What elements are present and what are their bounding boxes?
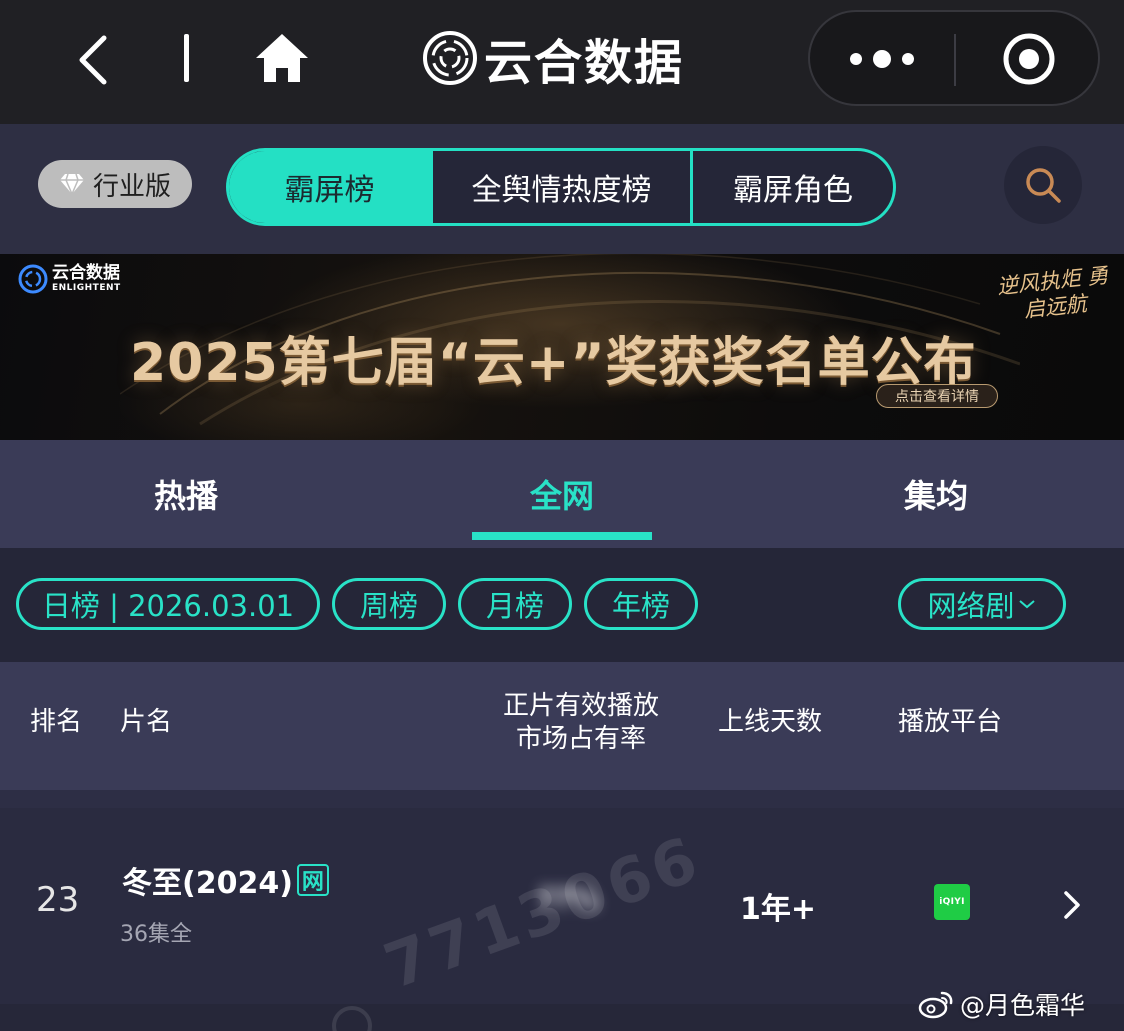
top-app-bar: 云合数据 — [0, 0, 1124, 124]
header-platform: 播放平台 — [898, 707, 1003, 737]
app-brand: 云合数据 — [422, 26, 685, 91]
header-title: 片名 — [120, 707, 173, 737]
ranking-type-switch: 霸屏榜 全舆情热度榜 霸屏角色 — [226, 148, 896, 226]
yunhe-logo-icon — [423, 31, 477, 85]
promo-banner[interactable]: 云合数据 ENLIGHTENT 逆风执炬 勇启远航 2025第七届“云+”奖获奖… — [0, 254, 1124, 440]
tab-public-opinion-chart[interactable]: 全舆情热度榜 — [433, 151, 693, 223]
weibo-handle: @月色霜华 — [960, 991, 1086, 1020]
category-dropdown[interactable]: 网络剧 — [898, 578, 1066, 630]
row-rank: 23 — [36, 880, 80, 920]
weibo-icon — [918, 991, 953, 1019]
yunhe-logo-icon — [18, 264, 48, 294]
banner-slogan: 逆风执炬 勇启远航 — [995, 263, 1110, 323]
capsule-divider — [954, 34, 956, 86]
weekly-chart-filter[interactable]: 周榜 — [332, 578, 446, 630]
active-tab-indicator — [472, 532, 652, 540]
chevron-right-icon[interactable] — [1060, 888, 1084, 922]
tab-dominance-chart[interactable]: 霸屏榜 — [229, 151, 433, 223]
diamond-icon — [59, 173, 84, 195]
header-days-online[interactable]: 上线天数 — [718, 706, 822, 739]
row-days-online: 1年+ — [740, 892, 817, 927]
row-episodes: 36集全 — [120, 922, 192, 947]
period-filters: 日榜 | 2026.03.01 周榜 月榜 年榜 网络剧 — [0, 548, 1124, 662]
header-market-share-line2: 市场占有率 — [515, 724, 646, 754]
bar-divider — [184, 34, 189, 82]
web-series-badge: 网 — [296, 864, 329, 896]
chevron-down-icon — [1018, 600, 1035, 609]
yearly-chart-filter[interactable]: 年榜 — [584, 578, 698, 630]
header-rank: 排名 — [30, 707, 83, 737]
monthly-chart-filter[interactable]: 月榜 — [458, 578, 572, 630]
header-gap — [0, 790, 1124, 808]
iqiyi-logo-icon: iQIYI — [934, 884, 970, 920]
row-title: 冬至(2024) 网 — [122, 858, 329, 902]
header-market-share[interactable]: 正片有效播放 市场占有率 — [496, 690, 666, 756]
banner-logo: 云合数据 ENLIGHTENT — [18, 264, 121, 294]
daily-chart-filter[interactable]: 日榜 | 2026.03.01 — [16, 578, 320, 630]
table-header: 排名 片名 正片有效播放 市场占有率 上线天数 播放平台 — [0, 662, 1124, 790]
more-options-icon[interactable] — [850, 42, 914, 76]
show-title-text: 冬至(2024) — [122, 866, 293, 901]
banner-logo-cn: 云合数据 — [52, 263, 120, 283]
header-market-share-line1: 正片有效播放 — [502, 691, 659, 721]
search-icon — [1026, 168, 1061, 203]
tab-dominance-roles[interactable]: 霸屏角色 — [693, 151, 893, 223]
edition-label: 行业版 — [92, 171, 171, 202]
back-arrow-icon[interactable] — [70, 30, 118, 90]
search-button[interactable] — [1004, 146, 1082, 224]
weibo-watermark: @月色霜华 — [918, 986, 1085, 1022]
close-miniprogram-icon[interactable] — [1002, 32, 1056, 86]
app-title: 云合数据 — [484, 35, 685, 91]
miniprogram-capsule — [808, 10, 1100, 106]
banner-cta-button[interactable]: 点击查看详情 — [876, 384, 998, 408]
category-label: 网络剧 — [927, 589, 1015, 623]
banner-headline: 2025第七届“云+”奖获奖名单公布 — [130, 333, 977, 393]
edition-badge[interactable]: 行业版 — [38, 160, 192, 208]
scope-tabs: 热播 全网 集均 — [0, 440, 1124, 548]
tab-per-episode[interactable]: 集均 — [846, 440, 1026, 548]
home-icon[interactable] — [252, 30, 312, 86]
tab-hot[interactable]: 热播 — [96, 440, 276, 548]
ranking-nav: 行业版 霸屏榜 全舆情热度榜 霸屏角色 — [0, 124, 1124, 254]
banner-logo-en: ENLIGHTENT — [52, 283, 121, 293]
